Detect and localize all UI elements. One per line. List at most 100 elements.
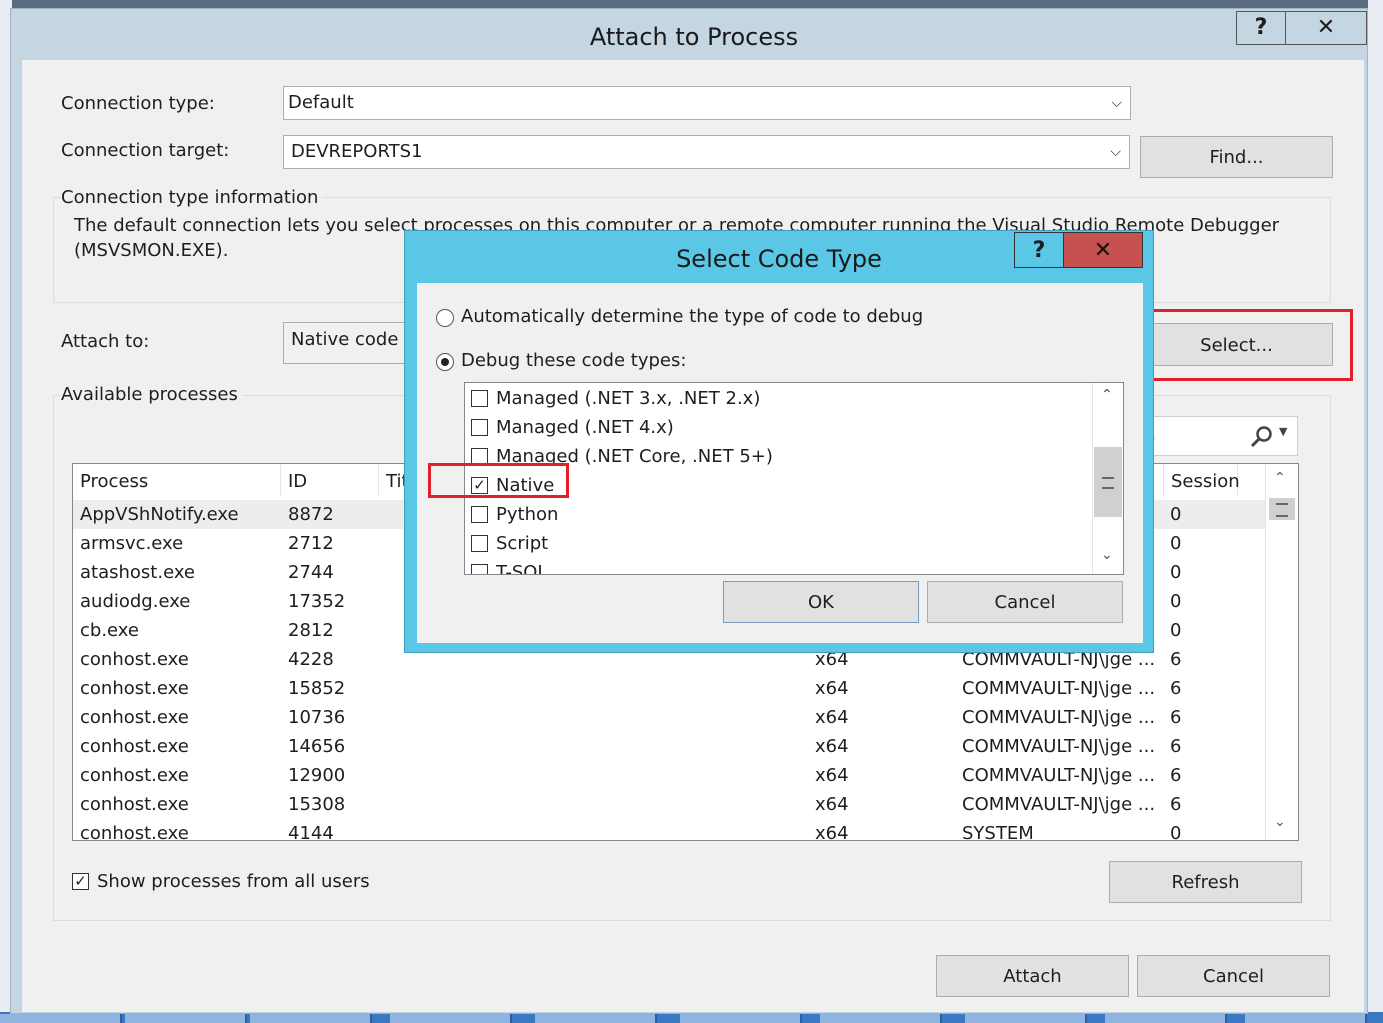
process-id: 2712 bbox=[288, 533, 334, 554]
find-button[interactable]: Find... bbox=[1140, 136, 1333, 178]
process-type: x64 bbox=[815, 678, 849, 699]
auto-determine-radio[interactable] bbox=[436, 309, 454, 327]
process-user: COMMVAULT-NJ\jge ... bbox=[962, 707, 1156, 728]
process-type: x64 bbox=[815, 765, 849, 786]
taskbar-item[interactable] bbox=[250, 1014, 372, 1023]
scroll-down-icon[interactable]: ⌄ bbox=[1101, 547, 1113, 563]
taskbar-item[interactable] bbox=[125, 1014, 247, 1023]
taskbar-item[interactable] bbox=[0, 1014, 122, 1023]
table-row[interactable]: conhost.exe 12900 x64 COMMVAULT-NJ\jge ... 6 bbox=[73, 761, 1265, 790]
table-row[interactable]: conhost.exe 15852 x64 COMMVAULT-NJ\jge ... 6 bbox=[73, 674, 1265, 703]
chevron-down-icon: ⌵ bbox=[1111, 95, 1122, 111]
process-id: 2744 bbox=[288, 562, 334, 583]
process-session: 6 bbox=[1170, 794, 1182, 815]
code-type-scrollbar[interactable]: ⌃ ⌄ bbox=[1092, 383, 1123, 574]
code-type-item[interactable]: Managed (.NET 4.x) bbox=[465, 413, 1085, 442]
process-id: 4144 bbox=[288, 823, 334, 841]
process-id: 15308 bbox=[288, 794, 346, 815]
process-session: 0 bbox=[1170, 620, 1182, 641]
connection-target-label: Connection target: bbox=[61, 140, 230, 161]
select-code-type-dialog: Select Code Type ? ✕ Automatically deter… bbox=[404, 230, 1154, 653]
chevron-down-icon[interactable]: ⌵ bbox=[1110, 136, 1121, 168]
process-name: conhost.exe bbox=[80, 736, 189, 757]
ok-button[interactable]: OK bbox=[723, 581, 919, 623]
process-name: armsvc.exe bbox=[80, 533, 184, 554]
taskbar-item[interactable] bbox=[1105, 1014, 1227, 1023]
attach-button[interactable]: Attach bbox=[936, 955, 1129, 997]
process-name: conhost.exe bbox=[80, 823, 189, 841]
process-id: 15852 bbox=[288, 678, 346, 699]
process-session: 0 bbox=[1170, 591, 1182, 612]
search-icon[interactable] bbox=[1249, 425, 1275, 449]
process-id: 10736 bbox=[288, 707, 346, 728]
table-row[interactable]: conhost.exe 4144 x64 SYSTEM 0 bbox=[73, 819, 1265, 841]
code-type-item[interactable]: Managed (.NET 3.x, .NET 2.x) bbox=[465, 384, 1085, 413]
code-type-checkbox[interactable] bbox=[471, 506, 488, 523]
debug-these-types-radio[interactable] bbox=[436, 353, 454, 371]
process-user: COMMVAULT-NJ\jge ... bbox=[962, 678, 1156, 699]
refresh-button[interactable]: Refresh bbox=[1109, 861, 1302, 903]
process-id: 2812 bbox=[288, 620, 334, 641]
code-type-label: Script bbox=[496, 533, 549, 554]
code-type-item[interactable]: T-SQL bbox=[465, 558, 1085, 574]
scrollbar-thumb[interactable] bbox=[1094, 447, 1122, 517]
taskbar-item[interactable] bbox=[965, 1014, 1087, 1023]
process-list-scrollbar[interactable]: ⌃ ⌄ bbox=[1265, 464, 1298, 840]
process-user: SYSTEM bbox=[962, 823, 1034, 841]
taskbar-item[interactable] bbox=[390, 1014, 512, 1023]
cancel-button[interactable]: Cancel bbox=[1137, 955, 1330, 997]
code-type-checkbox[interactable] bbox=[471, 535, 488, 552]
process-session: 6 bbox=[1170, 765, 1182, 786]
process-type: x64 bbox=[815, 736, 849, 757]
dialog-title: Attach to Process bbox=[589, 23, 799, 51]
help-button[interactable]: ? bbox=[1236, 11, 1286, 45]
table-row[interactable]: conhost.exe 10736 x64 COMMVAULT-NJ\jge ... 6 bbox=[73, 703, 1265, 732]
help-button[interactable]: ? bbox=[1014, 232, 1064, 268]
table-row[interactable]: conhost.exe 14656 x64 COMMVAULT-NJ\jge ... 6 bbox=[73, 732, 1265, 761]
connection-type-dropdown[interactable]: Default ⌵ bbox=[283, 86, 1131, 120]
taskbar-item[interactable] bbox=[535, 1014, 657, 1023]
code-type-checkbox[interactable] bbox=[471, 564, 488, 574]
highlight-native-option bbox=[428, 463, 569, 498]
scroll-up-icon[interactable]: ⌃ bbox=[1101, 387, 1113, 403]
column-header-id[interactable]: ID bbox=[281, 464, 379, 496]
process-name: conhost.exe bbox=[80, 794, 189, 815]
connection-target-combobox[interactable]: DEVREPORTS1 ⌵ bbox=[283, 135, 1130, 169]
connection-type-label: Connection type: bbox=[61, 93, 215, 114]
process-name: conhost.exe bbox=[80, 678, 189, 699]
process-name: cb.exe bbox=[80, 620, 139, 641]
process-id: 8872 bbox=[288, 504, 334, 525]
desktop-background-right bbox=[1368, 0, 1383, 1023]
close-button[interactable]: ✕ bbox=[1285, 11, 1367, 45]
taskbar-item[interactable] bbox=[680, 1014, 802, 1023]
process-user: COMMVAULT-NJ\jge ... bbox=[962, 736, 1156, 757]
scroll-down-icon[interactable]: ⌄ bbox=[1274, 814, 1286, 830]
process-session: 0 bbox=[1170, 533, 1182, 554]
highlight-select-button bbox=[1137, 309, 1353, 381]
process-id: 17352 bbox=[288, 591, 346, 612]
show-all-users-checkbox[interactable]: ✓ bbox=[72, 873, 89, 890]
code-type-checkbox[interactable] bbox=[471, 390, 488, 407]
taskbar-item[interactable] bbox=[820, 1014, 942, 1023]
taskbar-item[interactable] bbox=[1245, 1014, 1367, 1023]
process-name: audiodg.exe bbox=[80, 591, 191, 612]
code-type-checkbox[interactable] bbox=[471, 419, 488, 436]
code-type-item[interactable]: Python bbox=[465, 500, 1085, 529]
process-name: AppVShNotify.exe bbox=[80, 504, 239, 525]
attach-to-value: Native code bbox=[291, 329, 399, 350]
available-processes-heading: Available processes bbox=[61, 384, 242, 405]
dropdown-arrow-icon[interactable]: ▼ bbox=[1279, 425, 1287, 438]
process-session: 0 bbox=[1170, 562, 1182, 583]
table-row[interactable]: conhost.exe 15308 x64 COMMVAULT-NJ\jge ... 6 bbox=[73, 790, 1265, 819]
process-type: x64 bbox=[815, 823, 849, 841]
scroll-up-icon[interactable]: ⌃ bbox=[1274, 470, 1286, 486]
column-header-process[interactable]: Process bbox=[73, 464, 281, 496]
scrollbar-thumb[interactable] bbox=[1269, 498, 1295, 520]
column-header-session[interactable]: Session bbox=[1163, 464, 1240, 496]
code-type-label: Python bbox=[496, 504, 559, 525]
code-type-item[interactable]: Script bbox=[465, 529, 1085, 558]
process-id: 14656 bbox=[288, 736, 346, 757]
close-button[interactable]: ✕ bbox=[1063, 232, 1143, 268]
cancel-button[interactable]: Cancel bbox=[927, 581, 1123, 623]
process-name: atashost.exe bbox=[80, 562, 196, 583]
